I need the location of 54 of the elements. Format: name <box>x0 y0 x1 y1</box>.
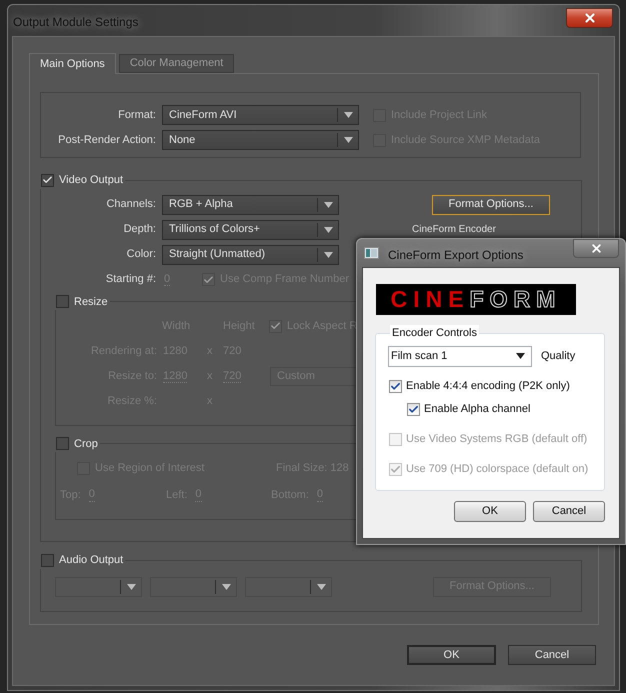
section-label: Crop <box>74 436 98 452</box>
quality-dropdown[interactable]: Film scan 1 <box>388 346 532 366</box>
checkbox[interactable] <box>56 437 69 450</box>
window-title: CineForm Export Options <box>388 247 524 264</box>
checkbox[interactable] <box>41 174 54 187</box>
window-icon <box>364 247 379 259</box>
caret-icon <box>324 252 332 258</box>
field-label: Depth: <box>122 222 156 238</box>
option-label: Use 709 (HD) colorspace (default on) <box>406 462 588 478</box>
caret-icon <box>222 584 230 590</box>
quality-label: Quality <box>541 348 576 364</box>
caret-icon <box>324 202 332 208</box>
section-label: Video Output <box>59 173 124 188</box>
dialog-button[interactable]: Format Options... <box>432 194 550 214</box>
option-label: Enable Alpha channel <box>424 402 530 418</box>
tab[interactable]: Color Management <box>118 54 234 73</box>
caret-icon <box>324 226 332 232</box>
field-label: Color: <box>126 247 156 262</box>
close-icon <box>590 242 602 255</box>
checkbox[interactable] <box>389 380 402 393</box>
checkbox[interactable] <box>56 295 69 308</box>
dropdown[interactable] <box>245 576 332 596</box>
logo: CINE FORM <box>376 284 576 315</box>
dialog-button[interactable]: Cancel <box>533 501 605 522</box>
field-label: Format: <box>117 108 156 123</box>
option-label: Enable 4:4:4 encoding (P2K only) <box>406 379 570 394</box>
dialog-button[interactable]: Cancel <box>508 645 596 665</box>
dialog-button[interactable]: OK <box>454 501 526 522</box>
dropdown[interactable] <box>55 576 142 596</box>
dropdown[interactable]: Straight (Unmatted) <box>162 244 339 264</box>
tab[interactable]: Main Options <box>29 53 116 74</box>
field-label: Channels: <box>105 197 156 212</box>
close-icon <box>582 11 596 25</box>
checkbox[interactable] <box>41 554 54 567</box>
encoder-label: CineForm Encoder <box>412 223 496 237</box>
checkbox[interactable] <box>407 403 420 416</box>
caret-icon <box>316 584 326 590</box>
dropdown[interactable]: Trillions of Colors+ <box>162 220 339 240</box>
caret-icon <box>344 137 352 143</box>
close-button[interactable] <box>566 8 613 28</box>
dropdown[interactable]: RGB + Alpha <box>162 194 339 214</box>
dropdown[interactable]: None <box>162 130 359 150</box>
close-button[interactable] <box>573 239 619 258</box>
section-label: Audio Output <box>59 553 124 568</box>
caret-icon <box>516 353 525 359</box>
dialog-button[interactable]: OK <box>407 645 496 665</box>
caret-icon <box>344 112 352 118</box>
dropdown[interactable]: CineForm AVI <box>162 105 359 125</box>
option-label: Use Video Systems RGB (default off) <box>406 432 588 448</box>
field-label: Starting #: <box>104 272 156 288</box>
field-label: Post-Render Action: <box>57 132 156 148</box>
caret-icon <box>126 584 136 590</box>
section-label: Resize <box>74 294 108 310</box>
dropdown[interactable] <box>150 576 237 596</box>
